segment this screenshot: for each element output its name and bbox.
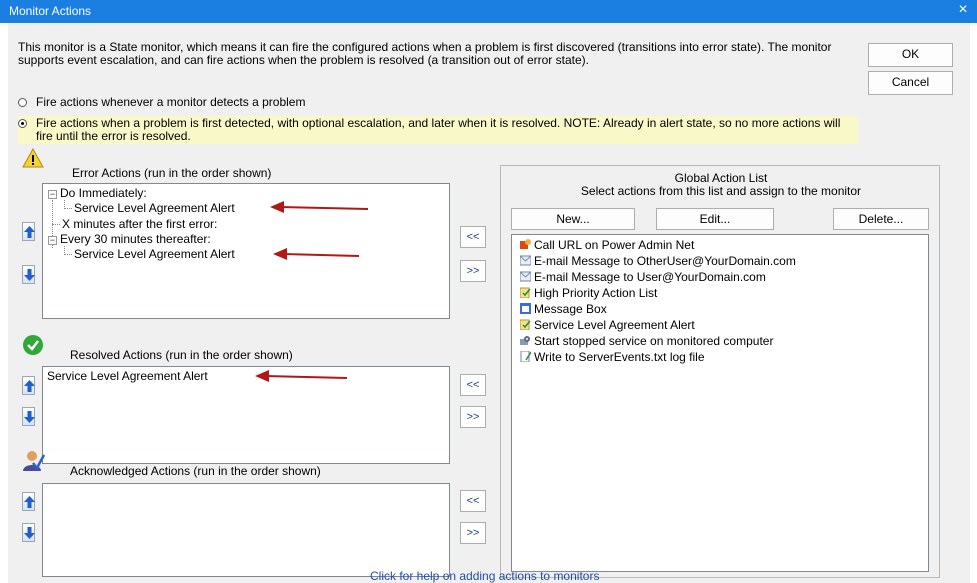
- tree-item-sla-alert[interactable]: Service Level Agreement Alert: [74, 201, 235, 215]
- help-link[interactable]: Click for help on adding actions to moni…: [370, 569, 599, 583]
- global-list-subtitle: Select actions from this list and assign…: [580, 184, 862, 198]
- message-box-icon: [520, 303, 531, 314]
- move-up-button[interactable]: [22, 376, 35, 395]
- url-icon: [520, 239, 531, 249]
- service-icon: [520, 336, 530, 345]
- tree-connector: [52, 224, 60, 225]
- tree-item-sla-alert[interactable]: Service Level Agreement Alert: [74, 247, 235, 261]
- error-actions-title: Error Actions (run in the order shown): [72, 166, 272, 180]
- up-arrow-icon: [24, 380, 35, 392]
- remove-error-action-button[interactable]: >>: [460, 260, 486, 282]
- down-arrow-icon: [24, 269, 35, 281]
- list-item-label: E-mail Message to User@YourDomain.com: [534, 270, 766, 284]
- radio-button-fire-always[interactable]: [18, 98, 27, 107]
- title-bar: Monitor Actions ×: [0, 0, 977, 23]
- dialog-body: This monitor is a State monitor, which m…: [8, 23, 970, 583]
- radio-fire-always-label: Fire actions whenever a monitor detects …: [36, 95, 306, 109]
- list-item[interactable]: E-mail Message to OtherUser@YourDomain.c…: [520, 254, 796, 270]
- list-item[interactable]: Write to ServerEvents.txt log file: [520, 350, 705, 366]
- global-action-panel: Global Action List Select actions from t…: [500, 165, 940, 578]
- list-item-label: Service Level Agreement Alert: [534, 318, 695, 332]
- assign-error-action-button[interactable]: <<: [460, 226, 486, 248]
- acknowledged-actions-list[interactable]: [42, 483, 450, 577]
- list-item-sla-alert[interactable]: Service Level Agreement Alert: [47, 369, 208, 383]
- remove-acknowledged-action-button[interactable]: >>: [460, 522, 486, 544]
- ok-button[interactable]: OK: [868, 43, 953, 67]
- email-icon: [520, 271, 531, 282]
- tree-group-do-immediately[interactable]: Do Immediately:: [60, 186, 147, 200]
- warning-icon: [22, 148, 44, 168]
- close-icon[interactable]: ×: [955, 1, 971, 19]
- log-file-icon: [520, 351, 531, 362]
- list-item-label: High Priority Action List: [534, 286, 658, 300]
- edit-action-button[interactable]: Edit...: [656, 208, 774, 230]
- action-list-icon: [520, 287, 531, 298]
- list-item[interactable]: Start stopped service on monitored compu…: [520, 334, 773, 350]
- remove-resolved-action-button[interactable]: >>: [460, 406, 486, 428]
- list-item-label: E-mail Message to OtherUser@YourDomain.c…: [534, 254, 796, 268]
- cancel-button[interactable]: Cancel: [868, 71, 953, 95]
- list-item[interactable]: Service Level Agreement Alert: [520, 318, 695, 334]
- list-item[interactable]: Call URL on Power Admin Net: [520, 238, 694, 254]
- radio-fire-escalation[interactable]: Fire actions when a problem is first det…: [18, 116, 858, 144]
- radio-button-fire-escalation[interactable]: [18, 119, 27, 128]
- move-down-button[interactable]: [22, 265, 35, 284]
- collapse-icon[interactable]: −: [48, 190, 57, 199]
- list-item[interactable]: Message Box: [520, 302, 607, 318]
- acknowledged-actions-title: Acknowledged Actions (run in the order s…: [70, 464, 321, 478]
- radio-fire-always[interactable]: Fire actions whenever a monitor detects …: [18, 96, 618, 109]
- annotation-arrow-icon: [270, 201, 369, 213]
- move-down-button[interactable]: [22, 523, 35, 542]
- list-item-label: Call URL on Power Admin Net: [534, 238, 695, 252]
- list-item-label: Start stopped service on monitored compu…: [534, 334, 774, 348]
- assign-resolved-action-button[interactable]: <<: [460, 374, 486, 396]
- global-action-list[interactable]: Call URL on Power Admin Net E-mail Messa…: [511, 234, 929, 572]
- delete-action-button[interactable]: Delete...: [833, 208, 929, 230]
- global-list-title: Global Action List: [674, 171, 768, 185]
- email-icon: [520, 255, 531, 266]
- up-arrow-icon: [24, 226, 35, 238]
- annotation-arrow-icon: [273, 248, 360, 260]
- up-arrow-icon: [24, 496, 35, 508]
- list-item[interactable]: E-mail Message to User@YourDomain.com: [520, 270, 766, 286]
- down-arrow-icon: [24, 527, 35, 539]
- radio-fire-escalation-label: Fire actions when a problem is first det…: [36, 116, 841, 143]
- tree-item-x-minutes[interactable]: X minutes after the first error:: [62, 217, 217, 231]
- resolved-actions-title: Resolved Actions (run in the order shown…: [70, 348, 293, 362]
- collapse-icon[interactable]: −: [48, 236, 57, 245]
- move-up-button[interactable]: [22, 492, 35, 511]
- monitor-description: This monitor is a State monitor, which m…: [18, 40, 832, 67]
- tree-group-every-30[interactable]: Every 30 minutes thereafter:: [60, 232, 211, 246]
- down-arrow-icon: [24, 411, 35, 423]
- annotation-arrow-icon: [255, 370, 348, 382]
- tree-connector: [64, 254, 72, 255]
- tree-connector: [64, 208, 72, 209]
- list-item-label: Write to ServerEvents.txt log file: [534, 350, 705, 364]
- list-item-label: Message Box: [534, 302, 607, 316]
- assign-acknowledged-action-button[interactable]: <<: [460, 490, 486, 512]
- move-up-button[interactable]: [22, 222, 35, 241]
- acknowledged-user-icon: [23, 451, 45, 471]
- new-action-button[interactable]: New...: [511, 208, 635, 230]
- resolved-actions-list[interactable]: Service Level Agreement Alert: [42, 366, 450, 464]
- error-actions-tree[interactable]: − Do Immediately: Service Level Agreemen…: [42, 183, 450, 319]
- list-item[interactable]: High Priority Action List: [520, 286, 657, 302]
- window-title: Monitor Actions: [9, 4, 92, 18]
- checkmark-icon: [23, 335, 43, 355]
- move-down-button[interactable]: [22, 407, 35, 426]
- action-list-icon: [520, 319, 531, 330]
